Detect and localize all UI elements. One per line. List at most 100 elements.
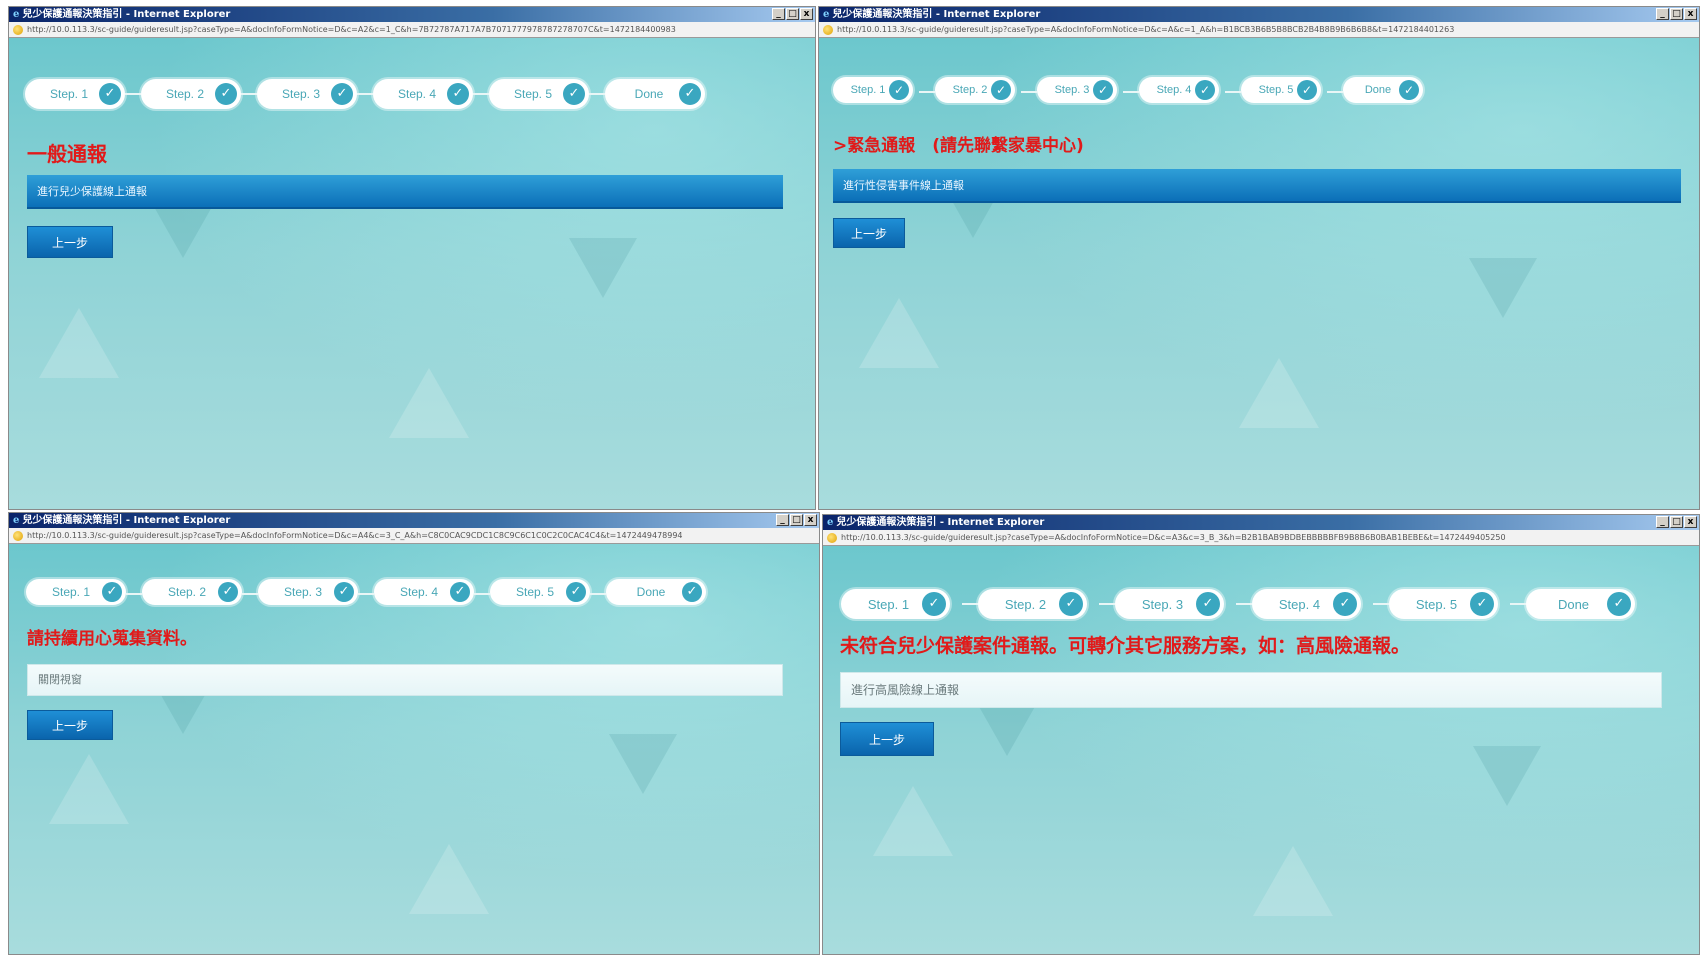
step-done[interactable]: Done ✓ — [589, 79, 705, 109]
background-shape — [389, 368, 469, 438]
check-icon: ✓ — [218, 582, 238, 602]
check-icon: ✓ — [991, 80, 1011, 100]
maximize-button[interactable]: □ — [790, 514, 803, 526]
back-button[interactable]: 上一步 — [833, 218, 905, 248]
window-title: 兒少保護通報決策指引 - Internet Explorer — [832, 9, 1041, 20]
close-button[interactable]: x — [1684, 8, 1697, 20]
step-progress: Step. 1 ✓ Step. 2 ✓ Step. 3 ✓ Step. 4 ✓ Step… — [841, 589, 1635, 619]
step-1[interactable]: Step. 1 ✓ — [26, 579, 126, 605]
minimize-button[interactable]: _ — [1656, 516, 1669, 528]
back-button[interactable]: 上一步 — [840, 722, 934, 756]
check-icon: ✓ — [1297, 80, 1317, 100]
page-content: Step. 1 ✓ Step. 2 ✓ Step. 3 ✓ Step. 4 ✓ Step… — [9, 544, 819, 954]
ie-icon: e — [827, 517, 834, 528]
result-heading: >緊急通報 (請先聯繫家暴中心) — [833, 136, 1084, 156]
check-icon: ✓ — [922, 592, 946, 616]
check-icon: ✓ — [1195, 80, 1215, 100]
ie-window-general-report: e 兒少保護通報決策指引 - Internet Explorer _ □ x ht… — [8, 6, 816, 510]
step-5[interactable]: Step. 5 ✓ — [1225, 77, 1321, 103]
step-4[interactable]: Step. 4 ✓ — [1236, 589, 1361, 619]
address-bar[interactable]: http://10.0.113.3/sc-guide/guideresult.j… — [823, 530, 1699, 546]
step-4[interactable]: Step. 4 ✓ — [357, 79, 473, 109]
close-button[interactable]: x — [800, 8, 813, 20]
step-2[interactable]: Step. 2 ✓ — [919, 77, 1015, 103]
back-button[interactable]: 上一步 — [27, 710, 113, 740]
step-progress: Step. 1 ✓ Step. 2 ✓ Step. 3 ✓ Step. 4 ✓ Step… — [25, 79, 705, 109]
step-done[interactable]: Done ✓ — [1327, 77, 1423, 103]
step-3[interactable]: Step. 3 ✓ — [242, 579, 358, 605]
report-link-bar[interactable]: 進行兒少保護線上通報 — [27, 175, 783, 209]
background-shape — [1253, 846, 1333, 916]
step-2[interactable]: Step. 2 ✓ — [126, 579, 242, 605]
check-icon: ✓ — [1059, 592, 1083, 616]
page-icon — [823, 24, 833, 35]
maximize-button[interactable]: □ — [1670, 516, 1683, 528]
page-icon — [13, 530, 23, 541]
step-2[interactable]: Step. 2 ✓ — [962, 589, 1087, 619]
ie-icon: e — [13, 9, 20, 20]
step-5[interactable]: Step. 5 ✓ — [473, 79, 589, 109]
check-icon: ✓ — [1399, 80, 1419, 100]
step-progress: Step. 1 ✓ Step. 2 ✓ Step. 3 ✓ Step. 4 ✓ Step… — [26, 579, 706, 605]
check-icon: ✓ — [889, 80, 909, 100]
background-shape — [569, 238, 637, 298]
close-button[interactable]: x — [1684, 516, 1697, 528]
step-4[interactable]: Step. 4 ✓ — [358, 579, 474, 605]
title-bar[interactable]: e 兒少保護通報決策指引 - Internet Explorer _ □ x — [9, 513, 819, 528]
check-icon: ✓ — [447, 83, 469, 105]
page-content: Step. 1 ✓ Step. 2 ✓ Step. 3 ✓ Step. 4 ✓ Step… — [823, 546, 1699, 954]
background-shape — [39, 308, 119, 378]
close-window-bar[interactable]: 關閉視窗 — [27, 664, 783, 696]
check-icon: ✓ — [566, 582, 586, 602]
step-done[interactable]: Done ✓ — [590, 579, 706, 605]
step-progress: Step. 1 ✓ Step. 2 ✓ Step. 3 ✓ Step. 4 ✓ Step… — [833, 77, 1423, 103]
high-risk-report-bar[interactable]: 進行高風險線上通報 — [840, 672, 1662, 708]
step-5[interactable]: Step. 5 ✓ — [1373, 589, 1498, 619]
check-icon: ✓ — [563, 83, 585, 105]
check-icon: ✓ — [331, 83, 353, 105]
step-1[interactable]: Step. 1 ✓ — [833, 77, 913, 103]
title-bar[interactable]: e 兒少保護通報決策指引 - Internet Explorer _ □ x — [823, 515, 1699, 530]
ie-icon: e — [823, 9, 830, 20]
step-3[interactable]: Step. 3 ✓ — [1021, 77, 1117, 103]
check-icon: ✓ — [1470, 592, 1494, 616]
ie-window-continue-collecting: e 兒少保護通報決策指引 - Internet Explorer _ □ x ht… — [8, 512, 820, 955]
step-5[interactable]: Step. 5 ✓ — [474, 579, 590, 605]
maximize-button[interactable]: □ — [1670, 8, 1683, 20]
step-1[interactable]: Step. 1 ✓ — [25, 79, 125, 109]
step-4[interactable]: Step. 4 ✓ — [1123, 77, 1219, 103]
background-shape — [409, 844, 489, 914]
minimize-button[interactable]: _ — [1656, 8, 1669, 20]
check-icon: ✓ — [215, 83, 237, 105]
step-3[interactable]: Step. 3 ✓ — [241, 79, 357, 109]
address-url[interactable]: http://10.0.113.3/sc-guide/guideresult.j… — [27, 531, 683, 540]
address-url[interactable]: http://10.0.113.3/sc-guide/guideresult.j… — [841, 533, 1506, 542]
title-bar[interactable]: e 兒少保護通報決策指引 - Internet Explorer _ □ x — [9, 7, 815, 22]
close-button[interactable]: x — [804, 514, 817, 526]
address-bar[interactable]: http://10.0.113.3/sc-guide/guideresult.j… — [9, 528, 819, 544]
result-heading: 未符合兒少保護案件通報。可轉介其它服務方案，如：高風險通報。 — [840, 635, 1411, 657]
minimize-button[interactable]: _ — [772, 8, 785, 20]
report-link-bar[interactable]: 進行性侵害事件線上通報 — [833, 169, 1681, 203]
address-bar[interactable]: http://10.0.113.3/sc-guide/guideresult.j… — [819, 22, 1699, 38]
maximize-button[interactable]: □ — [786, 8, 799, 20]
check-icon: ✓ — [682, 582, 702, 602]
address-url[interactable]: http://10.0.113.3/sc-guide/guideresult.j… — [27, 25, 676, 34]
ie-icon: e — [13, 515, 20, 526]
window-title: 兒少保護通報決策指引 - Internet Explorer — [22, 9, 231, 20]
check-icon: ✓ — [1607, 592, 1631, 616]
minimize-button[interactable]: _ — [776, 514, 789, 526]
address-bar[interactable]: http://10.0.113.3/sc-guide/guideresult.j… — [9, 22, 815, 38]
page-icon — [827, 532, 837, 543]
check-icon: ✓ — [1093, 80, 1113, 100]
step-2[interactable]: Step. 2 ✓ — [125, 79, 241, 109]
back-button[interactable]: 上一步 — [27, 226, 113, 258]
step-done[interactable]: Done ✓ — [1510, 589, 1635, 619]
background-shape — [873, 786, 953, 856]
title-bar[interactable]: e 兒少保護通報決策指引 - Internet Explorer _ □ x — [819, 7, 1699, 22]
step-1[interactable]: Step. 1 ✓ — [841, 589, 950, 619]
step-3[interactable]: Step. 3 ✓ — [1099, 589, 1224, 619]
check-icon: ✓ — [679, 83, 701, 105]
address-url[interactable]: http://10.0.113.3/sc-guide/guideresult.j… — [837, 25, 1454, 34]
window-title: 兒少保護通報決策指引 - Internet Explorer — [836, 517, 1045, 528]
